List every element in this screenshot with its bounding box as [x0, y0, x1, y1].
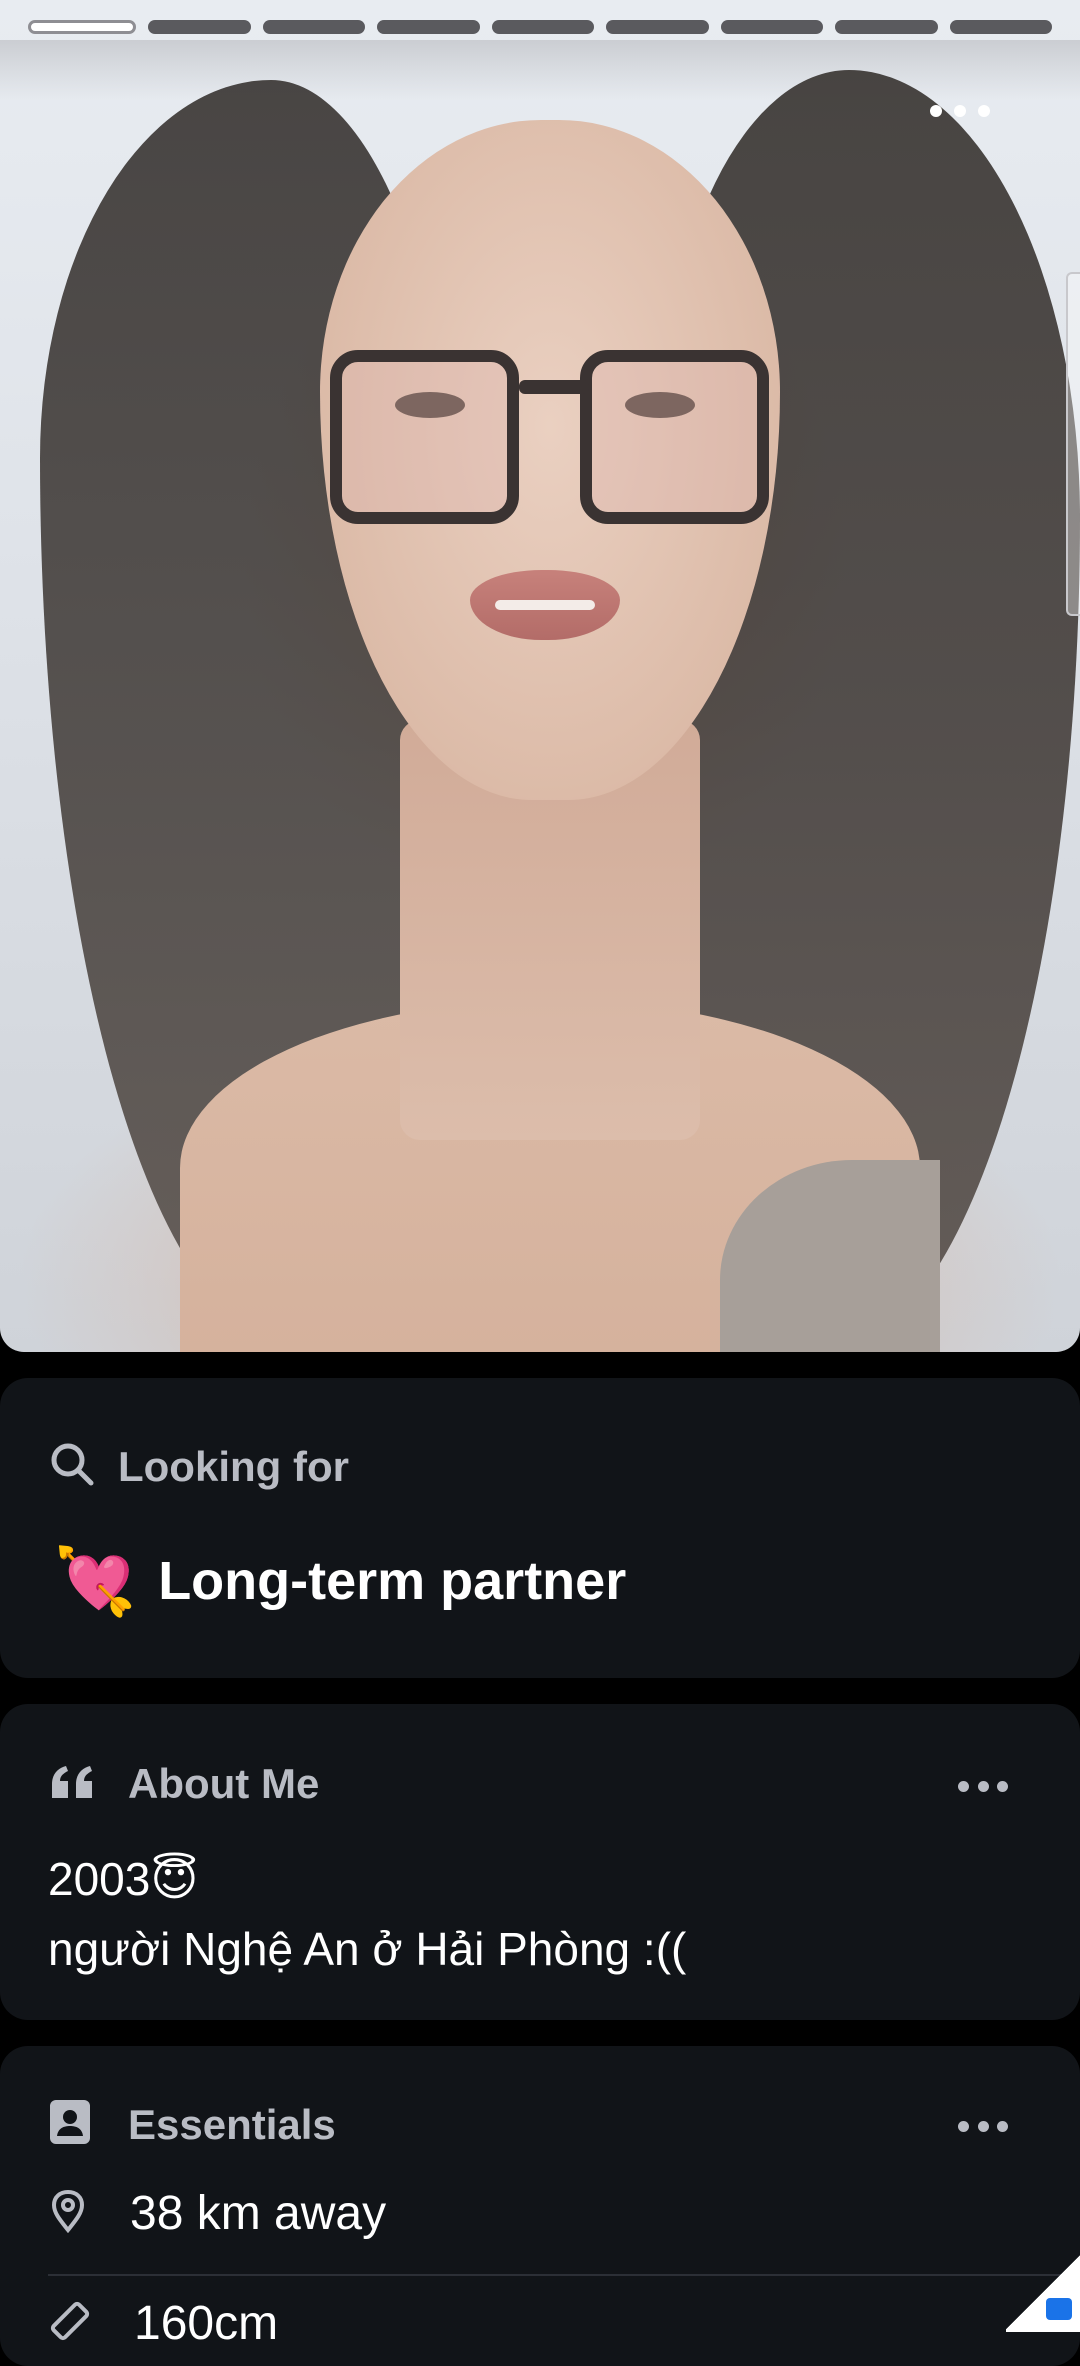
progress-segment-2[interactable]: [148, 20, 251, 34]
side-scroll-handle[interactable]: [1066, 272, 1080, 616]
looking-for-text: Long-term partner: [158, 1551, 627, 1611]
essentials-distance-row: 38 km away: [48, 2186, 386, 2241]
quote-icon: [48, 1762, 100, 1807]
photo-progress-bar: [28, 20, 1052, 34]
profile-photo[interactable]: [0, 0, 1080, 1352]
progress-segment-9[interactable]: [949, 20, 1052, 34]
essentials-card: Essentials 38 km away 160cm: [0, 2046, 1080, 2366]
menu-dot: [954, 105, 966, 117]
essentials-distance: 38 km away: [130, 2187, 387, 2240]
about-me-card: About Me 2003😇 người Nghệ An ở Hải Phòng…: [0, 1704, 1080, 2020]
ruler-icon: [48, 2299, 92, 2348]
menu-dot: [930, 105, 942, 117]
menu-dot: [997, 2120, 1008, 2132]
essentials-height: 160cm: [134, 2297, 279, 2350]
progress-segment-6[interactable]: [606, 20, 709, 34]
corner-badge-icon: [1046, 2298, 1072, 2320]
looking-for-card: Looking for 💘 Long-term partner: [0, 1378, 1080, 1678]
photo-glasses-bridge: [519, 380, 589, 394]
essentials-header: Essentials: [48, 2098, 336, 2151]
about-me-more-icon[interactable]: [958, 1776, 1008, 1796]
essentials-height-row: 160cm: [48, 2296, 278, 2351]
menu-dot: [958, 2120, 969, 2132]
about-me-line-2: người Nghệ An ở Hải Phòng :((: [48, 1923, 687, 1975]
essentials-more-icon[interactable]: [958, 2116, 1008, 2136]
looking-for-header: Looking for: [48, 1440, 349, 1493]
menu-dot: [978, 105, 990, 117]
search-icon: [48, 1440, 96, 1493]
progress-segment-8[interactable]: [835, 20, 938, 34]
about-me-line-1: 2003😇: [48, 1853, 199, 1905]
progress-segment-5[interactable]: [491, 20, 595, 34]
heart-arrow-icon: 💘: [54, 1544, 137, 1618]
more-horizontal-icon[interactable]: [930, 96, 990, 126]
progress-segment-4[interactable]: [377, 20, 480, 34]
photo-glasses-left: [330, 350, 519, 524]
menu-dot: [958, 1780, 969, 1792]
menu-dot: [977, 2120, 989, 2132]
essentials-divider: [48, 2274, 1080, 2276]
corner-badge[interactable]: [1006, 2252, 1080, 2332]
photo-teeth: [495, 600, 595, 610]
essentials-title: Essentials: [128, 2100, 336, 2148]
progress-segment-1[interactable]: [28, 20, 137, 34]
progress-segment-3[interactable]: [262, 20, 366, 34]
about-me-text: 2003😇 người Nghệ An ở Hải Phòng :((: [48, 1844, 686, 1984]
about-me-header: About Me: [48, 1760, 319, 1808]
menu-dot: [977, 1780, 989, 1792]
location-pin-icon: [48, 2189, 88, 2238]
photo-glasses-right: [580, 350, 769, 524]
about-me-title: About Me: [128, 1760, 320, 1807]
menu-dot: [997, 1780, 1008, 1792]
looking-for-title: Looking for: [118, 1442, 349, 1490]
id-badge-icon: [48, 2098, 92, 2151]
looking-for-value: 💘 Long-term partner: [54, 1548, 626, 1614]
progress-segment-7[interactable]: [720, 20, 824, 34]
